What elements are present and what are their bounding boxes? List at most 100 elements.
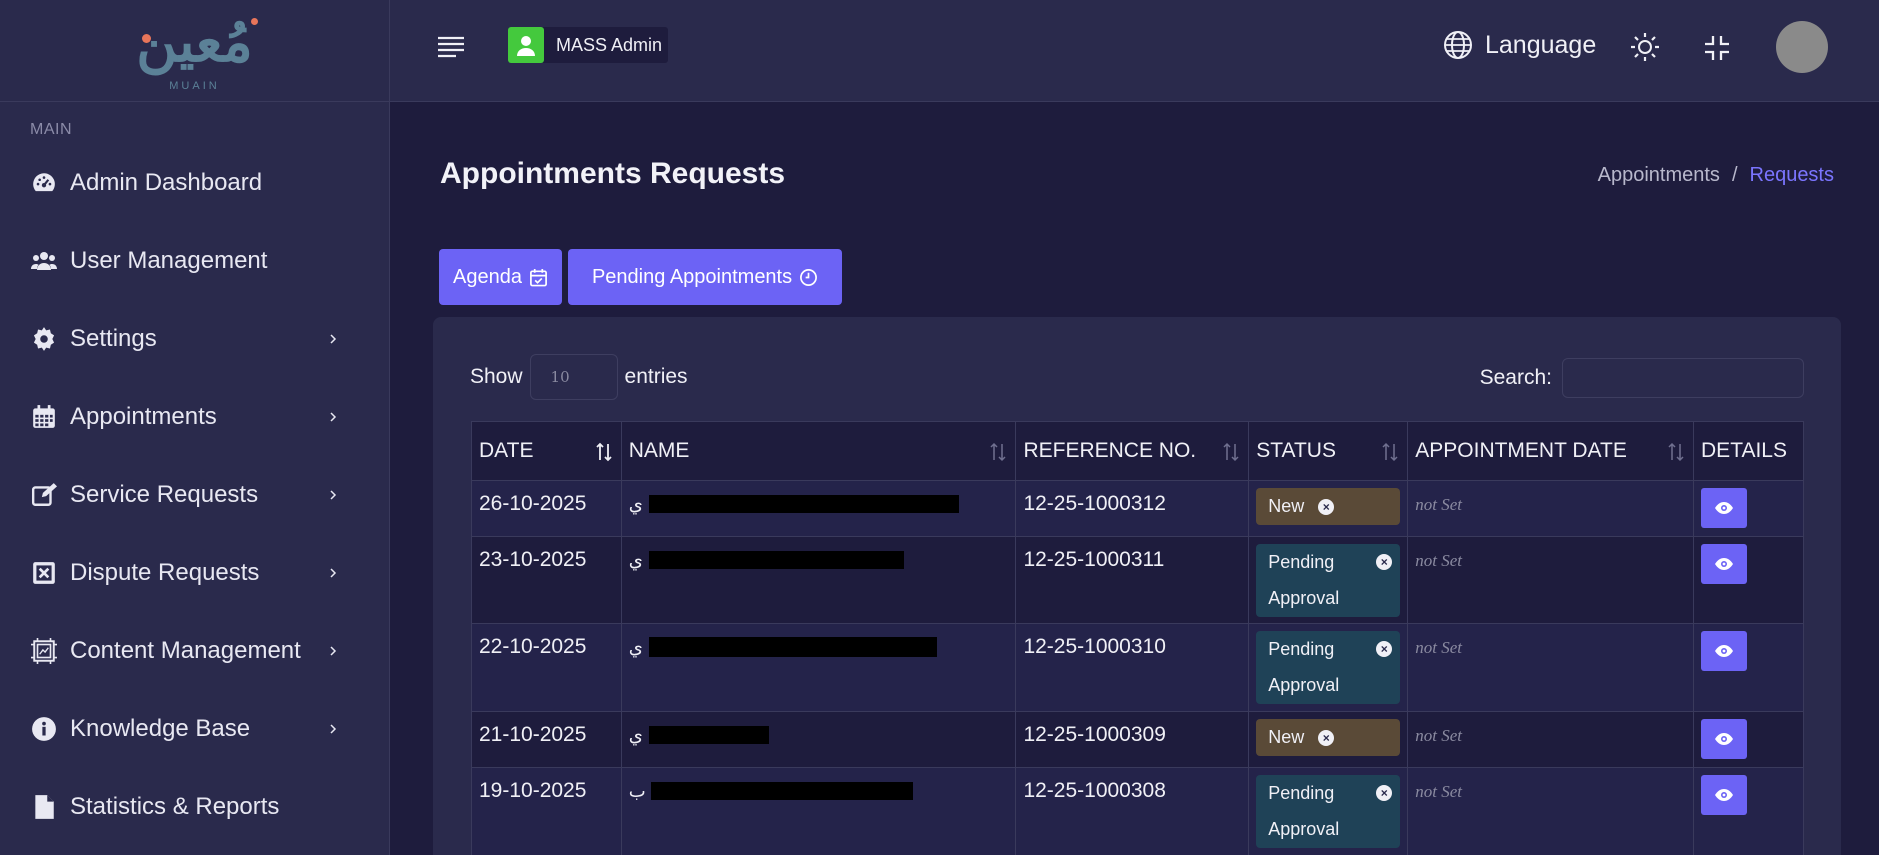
compress-icon[interactable]: [1703, 34, 1731, 62]
breadcrumb-separator: /: [1731, 164, 1738, 186]
brand-logo[interactable]: مُعين MUAIN: [115, 8, 275, 94]
sort-icon: [596, 442, 612, 462]
globe-icon: [1444, 31, 1472, 59]
breadcrumb: Appointments / Requests: [1598, 164, 1834, 187]
admin-chip[interactable]: MASS Admin: [508, 27, 668, 63]
sidebar-item-label: Knowledge Base: [70, 715, 251, 742]
table-row: 21-10-2025 ي 12-25-1000309 New × not Set: [471, 711, 1804, 768]
entries-select[interactable]: 10: [529, 354, 618, 400]
show-label: Show: [470, 365, 523, 388]
table-row: 23-10-2025 ي 12-25-1000311 Pending Approv…: [471, 536, 1804, 624]
cell-reference: 12-25-1000308: [1015, 767, 1250, 855]
sidebar: مُعين MUAIN MAIN Admin Dashboard User Ma…: [0, 0, 390, 855]
status-badge: Pending Approval ×: [1256, 544, 1401, 617]
content-icon: [30, 637, 58, 665]
view-details-button[interactable]: [1701, 488, 1748, 528]
cell-date: 21-10-2025: [471, 711, 622, 768]
pending-appointments-button[interactable]: Pending Appointments: [567, 249, 843, 305]
logo-subtitle: MUAIN: [169, 79, 220, 92]
status-badge: Pending Approval ×: [1256, 775, 1401, 848]
column-label: STATUS: [1256, 439, 1336, 462]
clock-icon: [800, 268, 818, 286]
sidebar-item-user-management[interactable]: User Management: [0, 222, 390, 300]
status-label-line1: Pending: [1268, 783, 1335, 803]
cell-details: [1693, 623, 1804, 712]
sidebar-item-content-management[interactable]: Content Management: [0, 612, 390, 690]
chevron-right-icon: [330, 646, 337, 656]
breadcrumb-current: Requests: [1749, 164, 1835, 186]
column-header-details: DETAILS: [1693, 421, 1804, 481]
breadcrumb-link-appointments[interactable]: Appointments: [1598, 164, 1720, 187]
status-label-line2: Approval: [1268, 588, 1340, 608]
cell-details: [1693, 767, 1804, 855]
sun-icon[interactable]: [1630, 32, 1660, 62]
status-badge: New ×: [1256, 719, 1401, 756]
cell-appointment-date: not Set: [1407, 767, 1695, 855]
entries-label: entries: [624, 365, 688, 388]
eye-icon: [1715, 733, 1734, 745]
table-row: 19-10-2025 ب 12-25-1000308 Pending Approv…: [471, 767, 1804, 855]
cell-details: [1693, 536, 1804, 624]
agenda-button[interactable]: Agenda: [439, 249, 562, 305]
search-input[interactable]: [1562, 358, 1804, 398]
status-label-line1: Pending: [1268, 639, 1335, 659]
sidebar-section-label: MAIN: [30, 121, 72, 138]
cell-details: [1693, 711, 1804, 768]
menu-toggle-icon[interactable]: [436, 34, 466, 58]
language-button[interactable]: Language: [1443, 30, 1596, 60]
table-header-row: DATE NAME REFERENCE NO. STATUS APPOINTME…: [471, 421, 1804, 481]
chevron-right-icon: [330, 490, 337, 500]
status-badge: New ×: [1256, 488, 1401, 525]
cell-appointment-date: not Set: [1407, 623, 1695, 712]
cell-date: 19-10-2025: [471, 767, 622, 855]
column-label: REFERENCE NO.: [1023, 439, 1197, 462]
calendar-icon: [30, 403, 58, 431]
avatar[interactable]: [1776, 21, 1828, 73]
name-visible-fragment: ي: [628, 637, 643, 657]
cell-date: 26-10-2025: [471, 480, 622, 537]
cell-reference: 12-25-1000310: [1015, 623, 1250, 712]
view-details-button[interactable]: [1701, 631, 1748, 671]
column-header-date[interactable]: DATE: [471, 421, 622, 481]
name-visible-fragment: ي: [628, 550, 643, 570]
cell-date: 22-10-2025: [471, 623, 622, 712]
column-header-status[interactable]: STATUS: [1248, 421, 1409, 481]
sidebar-item-appointments[interactable]: Appointments: [0, 378, 390, 456]
user-icon: [508, 27, 544, 63]
sort-icon: [1382, 442, 1398, 462]
gear-icon: [30, 325, 58, 353]
column-header-name[interactable]: NAME: [620, 421, 1017, 481]
sidebar-nav: Admin Dashboard User Management Settings…: [0, 144, 390, 846]
cell-status: New ×: [1248, 480, 1409, 537]
sidebar-item-settings[interactable]: Settings: [0, 300, 390, 378]
sidebar-item-label: Dispute Requests: [70, 559, 260, 586]
sidebar-item-service-requests[interactable]: Service Requests: [0, 456, 390, 534]
calendar-check-icon: [530, 268, 547, 286]
cell-appointment-date: not Set: [1407, 536, 1695, 624]
table-row: 22-10-2025 ي 12-25-1000310 Pending Approv…: [471, 623, 1804, 712]
cell-reference: 12-25-1000309: [1015, 711, 1250, 768]
view-details-button[interactable]: [1701, 775, 1748, 815]
edit-icon: [30, 481, 58, 509]
chevron-right-icon: [330, 334, 337, 344]
logo-area: مُعين MUAIN: [0, 0, 389, 102]
sidebar-item-knowledge-base[interactable]: Knowledge Base: [0, 690, 390, 768]
sidebar-item-admin-dashboard[interactable]: Admin Dashboard: [0, 144, 390, 222]
appointment-date-value: not Set: [1415, 726, 1462, 745]
appointment-date-value: not Set: [1415, 551, 1462, 570]
column-header-appointment-date[interactable]: APPOINTMENT DATE: [1407, 421, 1695, 481]
view-details-button[interactable]: [1701, 544, 1748, 584]
entries-control: Show 10 entries: [470, 354, 688, 400]
chevron-right-icon: [330, 724, 337, 734]
status-label-line2: Approval: [1268, 819, 1340, 839]
sidebar-item-statistics-reports[interactable]: Statistics & Reports: [0, 768, 390, 846]
agenda-button-label: Agenda: [453, 265, 522, 288]
column-header-reference[interactable]: REFERENCE NO.: [1015, 421, 1250, 481]
view-details-button[interactable]: [1701, 719, 1748, 759]
cell-name: ي: [620, 711, 1017, 768]
action-buttons: Agenda Pending Appointments: [439, 249, 843, 305]
cell-name: ب: [620, 767, 1017, 855]
eye-icon: [1715, 645, 1734, 657]
cell-name: ي: [620, 623, 1017, 712]
sidebar-item-dispute-requests[interactable]: Dispute Requests: [0, 534, 390, 612]
